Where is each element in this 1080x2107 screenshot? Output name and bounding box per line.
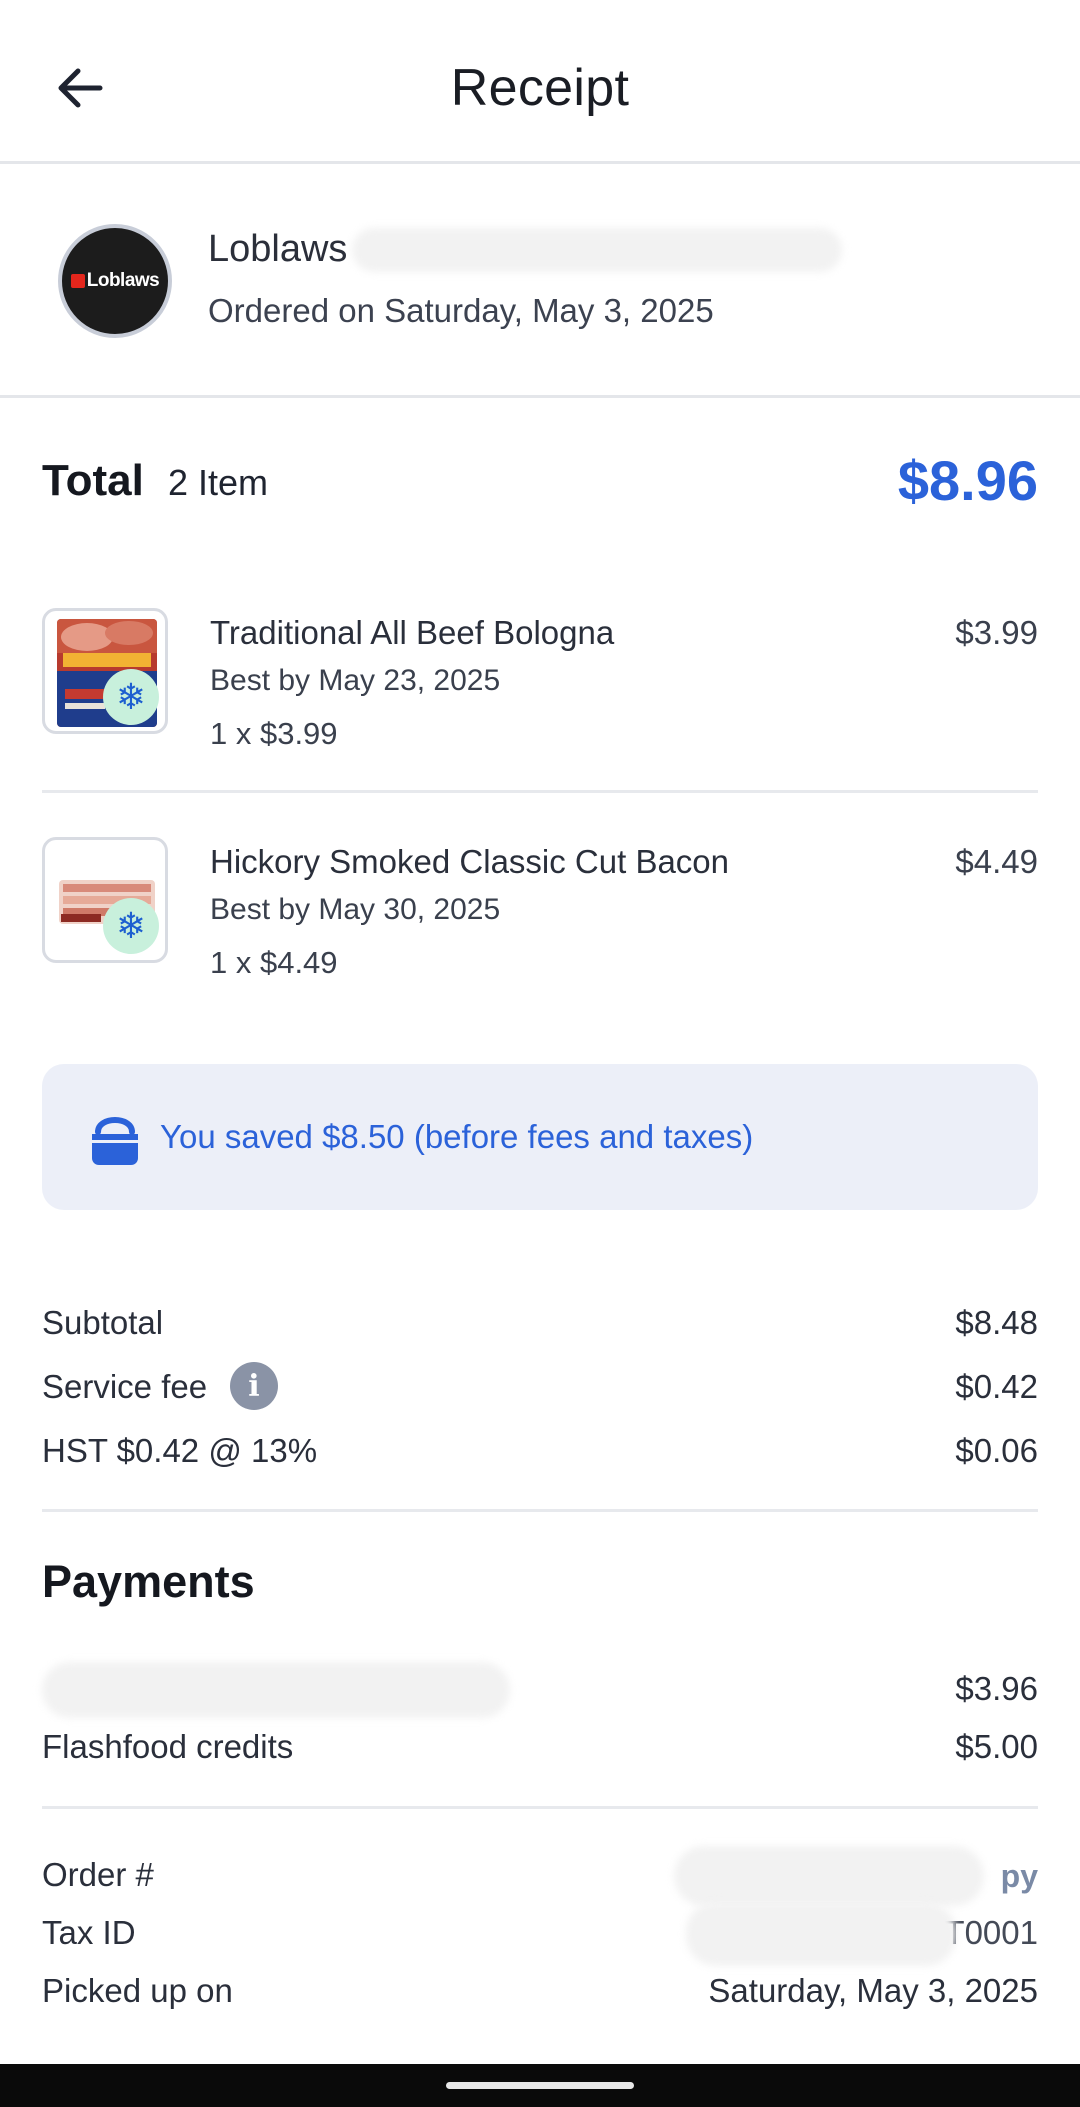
hst-value: $0.06 — [955, 1432, 1038, 1469]
item-price: $3.99 — [955, 614, 1038, 651]
product-image: ❄ — [42, 608, 168, 734]
redacted-order-number — [674, 1846, 984, 1906]
credits-amount: $5.00 — [955, 1728, 1038, 1765]
shopping-bag-icon — [92, 1117, 138, 1165]
savings-text: You saved $8.50 (before fees and taxes) — [160, 1118, 754, 1155]
tax-id-label: Tax ID — [42, 1914, 136, 1951]
payments-title: Payments — [42, 1556, 255, 1607]
store-logo: Loblaws — [58, 224, 172, 338]
home-gesture-handle[interactable] — [446, 2082, 634, 2089]
item-best-by: Best by May 23, 2025 — [210, 664, 501, 697]
redacted-card-label — [42, 1662, 510, 1718]
system-navigation-bar — [0, 2064, 1080, 2107]
credits-row: Flashfood credits $5.00 — [42, 1728, 1038, 1772]
order-number-row: Order # — [42, 1846, 1038, 1906]
section-divider — [42, 1806, 1038, 1809]
frozen-snowflake-icon: ❄ — [103, 669, 159, 725]
credits-label: Flashfood credits — [42, 1728, 294, 1765]
product-image: ❄ — [42, 837, 168, 963]
store-section: Loblaws Loblaws Ordered on Saturday, May… — [0, 164, 1080, 398]
order-date: Ordered on Saturday, May 3, 2025 — [208, 292, 714, 329]
list-item[interactable]: ❄ Hickory Smoked Classic Cut Bacon Best … — [42, 837, 1038, 987]
page-title: Receipt — [450, 59, 630, 117]
hst-row: HST $0.42 @ 13% $0.06 — [42, 1432, 1038, 1476]
subtotal-row: Subtotal $8.48 — [42, 1304, 1038, 1348]
item-name: Hickory Smoked Classic Cut Bacon — [210, 843, 730, 880]
service-fee-value: $0.42 — [955, 1368, 1038, 1405]
redacted-store-address — [352, 228, 842, 272]
total-label: Total — [42, 456, 144, 505]
item-quantity: 1 x $4.49 — [210, 945, 338, 980]
savings-banner: You saved $8.50 (before fees and taxes) — [42, 1064, 1038, 1210]
tax-id-row: Tax ID RT0001 — [42, 1902, 1038, 1966]
card-payment-amount: $3.96 — [955, 1670, 1038, 1707]
redacted-tax-id — [686, 1902, 956, 1966]
card-payment-row: $3.96 — [42, 1662, 1038, 1718]
subtotal-value: $8.48 — [955, 1304, 1038, 1341]
subtotal-label: Subtotal — [42, 1304, 164, 1341]
picked-up-label: Picked up on — [42, 1972, 233, 2009]
picked-up-value: Saturday, May 3, 2025 — [708, 1972, 1038, 2009]
app-header: Receipt — [0, 0, 1080, 164]
hst-label: HST $0.42 @ 13% — [42, 1432, 318, 1469]
service-fee-row: Service fee i $0.42 — [42, 1362, 1038, 1412]
frozen-snowflake-icon: ❄ — [103, 898, 159, 954]
picked-up-row: Picked up on Saturday, May 3, 2025 — [42, 1972, 1038, 2016]
store-logo-text: Loblaws — [86, 270, 160, 291]
copy-order-number-button[interactable]: py — [1001, 1858, 1038, 1895]
list-item[interactable]: ❄ Traditional All Beef Bologna Best by M… — [42, 608, 1038, 758]
item-name: Traditional All Beef Bologna — [210, 614, 615, 651]
loblaws-mark-icon — [70, 274, 85, 288]
service-fee-label: Service fee — [42, 1368, 208, 1405]
item-price: $4.49 — [955, 843, 1038, 880]
order-number-label: Order # — [42, 1856, 154, 1893]
store-name: Loblaws — [208, 228, 348, 270]
total-amount: $8.96 — [897, 449, 1038, 512]
item-divider — [42, 790, 1038, 793]
item-quantity: 1 x $3.99 — [210, 716, 338, 751]
item-count: 2 Item — [168, 462, 269, 503]
info-icon[interactable]: i — [230, 1362, 278, 1410]
item-best-by: Best by May 30, 2025 — [210, 893, 501, 926]
section-divider — [42, 1509, 1038, 1512]
